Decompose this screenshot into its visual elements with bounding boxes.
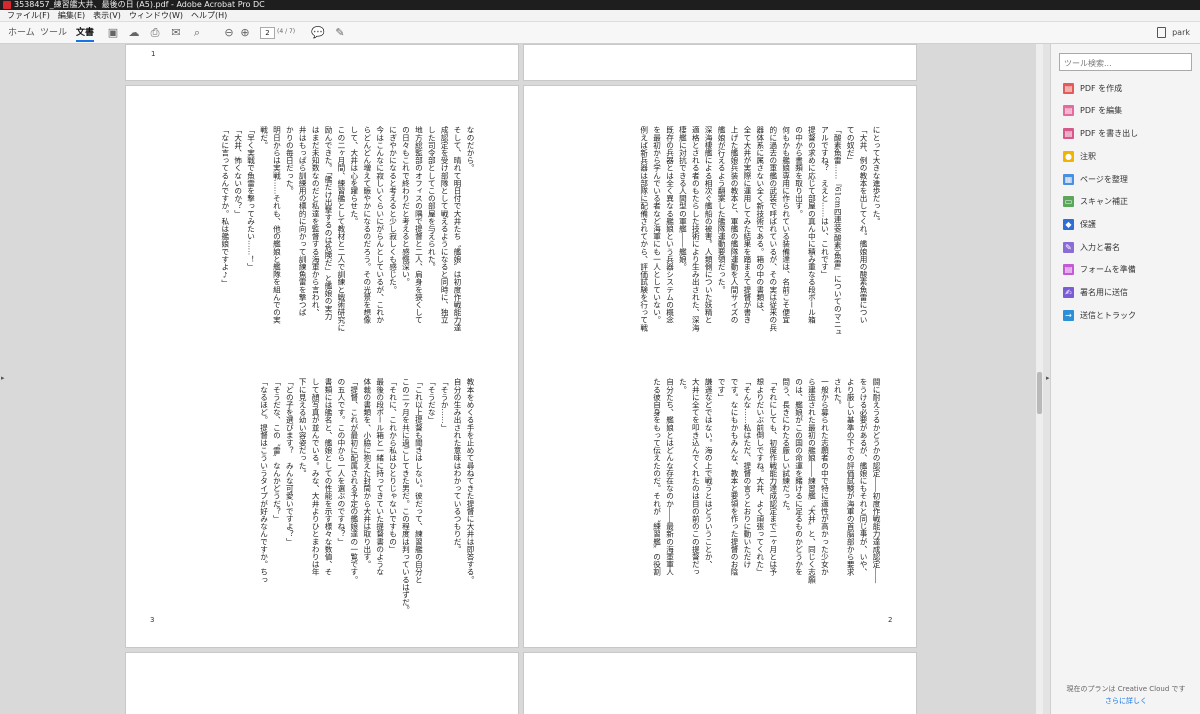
search-icon[interactable]: ⌕ [190, 26, 204, 40]
user-name[interactable]: park [1172, 28, 1190, 37]
pdf-page-left: なのだから。 そして、晴れて明日付で大井たち〝艦娘〟は初度作戦能力達 成認定を受… [125, 85, 519, 648]
edit-pdf-icon: ▤ [1063, 104, 1074, 116]
creative-cloud-note: 現在のプランは Creative Cloud です さらに詳しく [1059, 683, 1193, 707]
page-number-right: 2 [888, 616, 893, 624]
tab-document[interactable]: 文書 [76, 26, 95, 42]
pdf-page-bottom-left [125, 652, 519, 714]
tools-pane: ツール検索... ▤ PDF を作成 ▤ PDF を編集 ▤ PDF を書き出し ● 注… [1050, 44, 1200, 714]
tool-export-pdf[interactable]: ▤ PDF を書き出し [1063, 125, 1138, 141]
scan-icon: ▭ [1063, 195, 1074, 207]
page-text-right-top: にとって大きな進歩だった。 「大井、例の教本を出してくれ。艦娘用の酸素魚雷につい… [639, 126, 881, 336]
mobile-device-icon[interactable] [1157, 27, 1166, 38]
tool-protect[interactable]: ◆ 保護 [1063, 216, 1096, 232]
tool-label: PDF を書き出し [1080, 128, 1139, 138]
tool-organize-pages[interactable]: ▦ ページを整理 [1063, 171, 1128, 187]
page-number-left: 3 [150, 616, 155, 624]
menu-bar: ファイル(F) 編集(E) 表示(V) ウィンドウ(W) ヘルプ(H) [0, 10, 1200, 22]
tool-label: スキャン補正 [1080, 196, 1128, 206]
tool-prepare-form[interactable]: ▤ フォームを準備 [1063, 261, 1136, 277]
send-sign-icon: ✍ [1063, 286, 1074, 298]
tool-label: 注釈 [1080, 151, 1096, 161]
send-track-icon: → [1063, 309, 1074, 321]
window-title: 3538457_練習艦大井、最後の日 (A5).pdf - Adobe Acro… [14, 0, 265, 9]
tool-label: フォームを準備 [1080, 264, 1136, 274]
previous-page-icon[interactable]: ⊖ [222, 26, 236, 40]
tool-label: 送信とトラック [1080, 310, 1136, 320]
tool-search-input[interactable]: ツール検索... [1059, 53, 1192, 71]
tool-send-for-signature[interactable]: ✍ 署名用に送信 [1063, 284, 1128, 300]
page-number-input[interactable]: 2 [260, 27, 275, 39]
pdf-page-top-right [523, 44, 917, 81]
export-pdf-icon: ▤ [1063, 127, 1074, 139]
email-icon[interactable]: ✉ [169, 26, 183, 40]
right-panel-toggle-icon[interactable]: ▸ [1046, 374, 1050, 382]
page-number-top-left: 1 [151, 50, 156, 58]
acrobat-app-icon [3, 1, 11, 9]
organize-pages-icon: ▦ [1063, 173, 1074, 185]
tool-label: PDF を作成 [1080, 83, 1123, 93]
document-view[interactable]: ▸ 1 なのだから。 そして、晴れて明日付で大井たち〝艦娘〟は初度作戦能力達 成… [0, 44, 1043, 714]
page-text-right-bottom: 闘に耐えうるかどうかの認定――初度作戦能力達成認定―― をうける必要があるが、艦… [652, 378, 881, 584]
cc-plan-text: 現在のプランは Creative Cloud です [1066, 685, 1186, 693]
tool-label: 入力と署名 [1080, 242, 1120, 252]
create-pdf-icon: ▤ [1063, 82, 1074, 94]
menu-edit[interactable]: 編集(E) [54, 10, 89, 21]
tool-edit-pdf[interactable]: ▤ PDF を編集 [1063, 102, 1122, 118]
comment-icon: ● [1063, 150, 1074, 162]
menu-file[interactable]: ファイル(F) [3, 10, 54, 21]
left-panel-toggle-icon[interactable]: ▸ [1, 374, 5, 382]
page-text-left-bottom: 教本をめくる手を止めて尋ねてきた提督に大井は即答する。 自分の生み出された意味は… [259, 378, 476, 610]
pdf-page-top-left: 1 [125, 44, 519, 81]
pdf-page-right: にとって大きな進歩だった。 「大井、例の教本を出してくれ。艦娘用の酸素魚雷につい… [523, 85, 917, 648]
page-text-left-top: なのだから。 そして、晴れて明日付で大井たち〝艦娘〟は初度作戦能力達 成認定を受… [220, 126, 475, 332]
tool-label: ページを整理 [1080, 174, 1128, 184]
tab-tools[interactable]: ツール [40, 26, 67, 42]
tab-home[interactable]: ホーム [8, 26, 35, 42]
menu-view[interactable]: 表示(V) [89, 10, 125, 21]
form-icon: ▤ [1063, 263, 1074, 275]
menu-window[interactable]: ウィンドウ(W) [125, 10, 187, 21]
page-total: (4 / 7) [277, 28, 296, 35]
tool-scan[interactable]: ▭ スキャン補正 [1063, 193, 1128, 209]
fill-sign-icon: ✎ [1063, 241, 1074, 253]
next-page-icon[interactable]: ⊕ [238, 26, 252, 40]
menu-help[interactable]: ヘルプ(H) [187, 10, 231, 21]
print-icon[interactable]: ⎙ [148, 26, 162, 40]
tool-fill-sign[interactable]: ✎ 入力と署名 [1063, 239, 1120, 255]
learn-more-link[interactable]: さらに詳しく [1105, 697, 1147, 705]
comment-icon[interactable]: 💬 [311, 26, 325, 40]
toolbar: ホーム ツール 文書 ▣ ☁ ⎙ ✉ ⌕ ⊖ ⊕ 2 (4 / 7) 💬 ✎ p… [0, 22, 1200, 44]
tool-label: 署名用に送信 [1080, 287, 1128, 297]
tool-label: PDF を編集 [1080, 105, 1123, 115]
save-icon[interactable]: ▣ [106, 26, 120, 40]
tool-send-track[interactable]: → 送信とトラック [1063, 307, 1136, 323]
tool-label: 保護 [1080, 219, 1096, 229]
tool-create-pdf[interactable]: ▤ PDF を作成 [1063, 80, 1122, 96]
cloud-upload-icon[interactable]: ☁ [127, 26, 141, 40]
tool-comment[interactable]: ● 注釈 [1063, 148, 1096, 164]
window-titlebar: 3538457_練習艦大井、最後の日 (A5).pdf - Adobe Acro… [0, 0, 1200, 10]
pdf-page-bottom-right [523, 652, 917, 714]
scrollbar-thumb[interactable] [1037, 372, 1042, 414]
pen-icon[interactable]: ✎ [333, 26, 347, 40]
shield-icon: ◆ [1063, 218, 1074, 230]
